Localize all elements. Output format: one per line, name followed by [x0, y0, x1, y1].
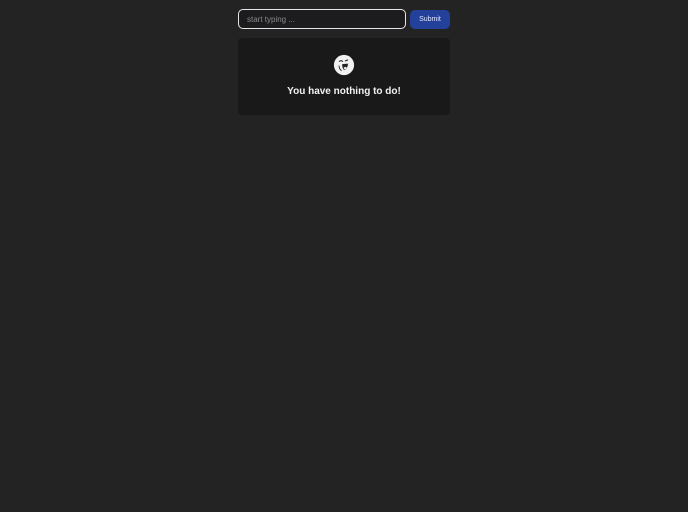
- todo-app: Submit You have nothing to do!: [238, 9, 450, 115]
- submit-button[interactable]: Submit: [410, 9, 450, 29]
- empty-task-list: You have nothing to do!: [238, 38, 450, 115]
- empty-state-message: You have nothing to do!: [287, 86, 401, 97]
- task-input[interactable]: [238, 9, 406, 29]
- new-task-form: Submit: [238, 9, 450, 29]
- laughing-face-icon: [333, 54, 355, 76]
